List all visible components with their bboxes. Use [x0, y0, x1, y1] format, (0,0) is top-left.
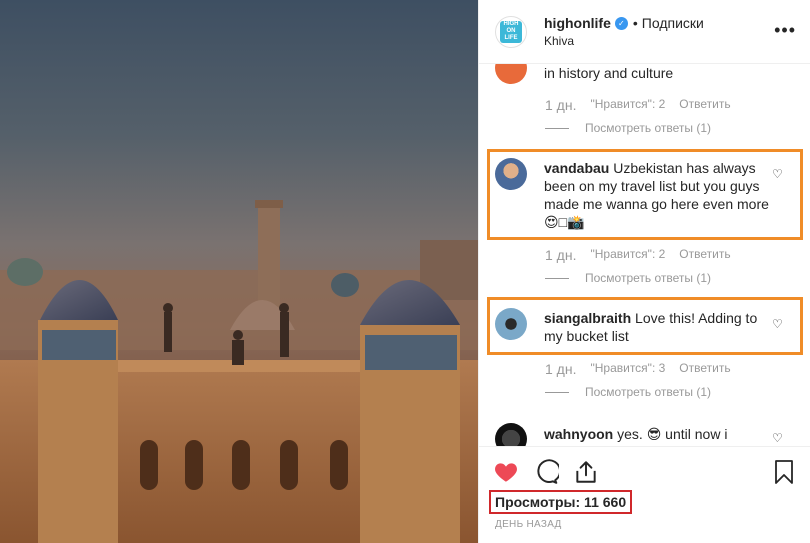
like-heart-icon[interactable] [493, 459, 519, 485]
reply-button[interactable]: Ответить [679, 361, 730, 377]
logo-text-life: LIFE [504, 35, 518, 41]
like-comment-heart-icon[interactable]: ♡ [772, 432, 784, 444]
post-location[interactable]: Khiva [544, 34, 704, 48]
view-replies[interactable]: Посмотреть ответы (1) [545, 271, 711, 285]
comment-username[interactable]: wahnyoon [544, 426, 613, 442]
comment-meta: 1 дн. "Нравится": 2 Ответить [545, 97, 731, 113]
comment-body: yes. 😎 until now i [613, 426, 728, 442]
comment-avatar[interactable] [495, 64, 527, 84]
logo-text-on: ON [506, 28, 516, 34]
post-actions: Просмотры: 11 660 ДЕНЬ НАЗАД [479, 446, 810, 543]
post-username[interactable]: highonlife [544, 15, 611, 31]
replies-line [545, 277, 569, 279]
comments-list[interactable]: in history and culture 1 дн. "Нравится":… [479, 64, 810, 446]
comment-meta: 1 дн. "Нравится": 2 Ответить [545, 247, 731, 263]
comment-meta: 1 дн. "Нравится": 3 Ответить [545, 361, 731, 377]
post-video[interactable] [0, 0, 478, 543]
view-replies-label: Посмотреть ответы (1) [585, 271, 712, 285]
share-icon[interactable] [573, 459, 599, 485]
comment-likes[interactable]: "Нравится": 2 [590, 97, 665, 113]
logo-text-high: HIGH [503, 21, 519, 27]
follow-button[interactable]: Подписки [642, 15, 704, 31]
replies-line [545, 391, 569, 393]
bookmark-icon[interactable] [772, 459, 796, 485]
comment-bubble-icon[interactable] [533, 459, 559, 485]
post-panel: HIGH ON LIFE highonlife ✓ • Подписки Khi… [478, 0, 810, 543]
comment-likes[interactable]: "Нравится": 3 [590, 361, 665, 377]
comment-time[interactable]: 1 дн. [545, 361, 576, 377]
comment-text: in history and culture [544, 65, 674, 81]
verified-badge-icon: ✓ [614, 16, 628, 30]
view-replies-label: Посмотреть ответы (1) [585, 385, 712, 399]
view-replies[interactable]: Посмотреть ответы (1) [545, 385, 711, 399]
views-count[interactable]: Просмотры: 11 660 [489, 490, 633, 514]
reply-button[interactable]: Ответить [679, 247, 730, 263]
separator-dot: • [632, 15, 638, 31]
comment-text: siangalbraith Love this! Adding to my bu… [544, 309, 778, 345]
post-header: HIGH ON LIFE highonlife ✓ • Подписки Khi… [479, 0, 810, 64]
reply-button[interactable]: Ответить [679, 97, 730, 113]
comment-avatar[interactable] [495, 423, 527, 446]
view-replies-label: Посмотреть ответы (1) [585, 121, 712, 135]
comment-text: vandabau Uzbekistan has always been on m… [544, 159, 778, 231]
comment-username[interactable]: siangalbraith [544, 310, 631, 326]
comment-avatar[interactable] [495, 158, 527, 190]
like-comment-heart-icon[interactable]: ♡ [772, 318, 784, 330]
more-options-icon[interactable]: ••• [774, 20, 796, 41]
comment-avatar[interactable] [495, 308, 527, 340]
comment-time[interactable]: 1 дн. [545, 247, 576, 263]
comment-time[interactable]: 1 дн. [545, 97, 576, 113]
highonlife-logo: HIGH ON LIFE [500, 20, 522, 43]
like-comment-heart-icon[interactable]: ♡ [772, 168, 784, 180]
profile-avatar[interactable]: HIGH ON LIFE [495, 15, 527, 48]
video-frame [0, 200, 478, 543]
comment-username[interactable]: vandabau [544, 160, 609, 176]
view-replies[interactable]: Посмотреть ответы (1) [545, 121, 711, 135]
comment-text: wahnyoon yes. 😎 until now i [544, 425, 778, 443]
replies-line [545, 127, 569, 129]
comment-likes[interactable]: "Нравится": 2 [590, 247, 665, 263]
post-timestamp[interactable]: ДЕНЬ НАЗАД [495, 519, 562, 530]
